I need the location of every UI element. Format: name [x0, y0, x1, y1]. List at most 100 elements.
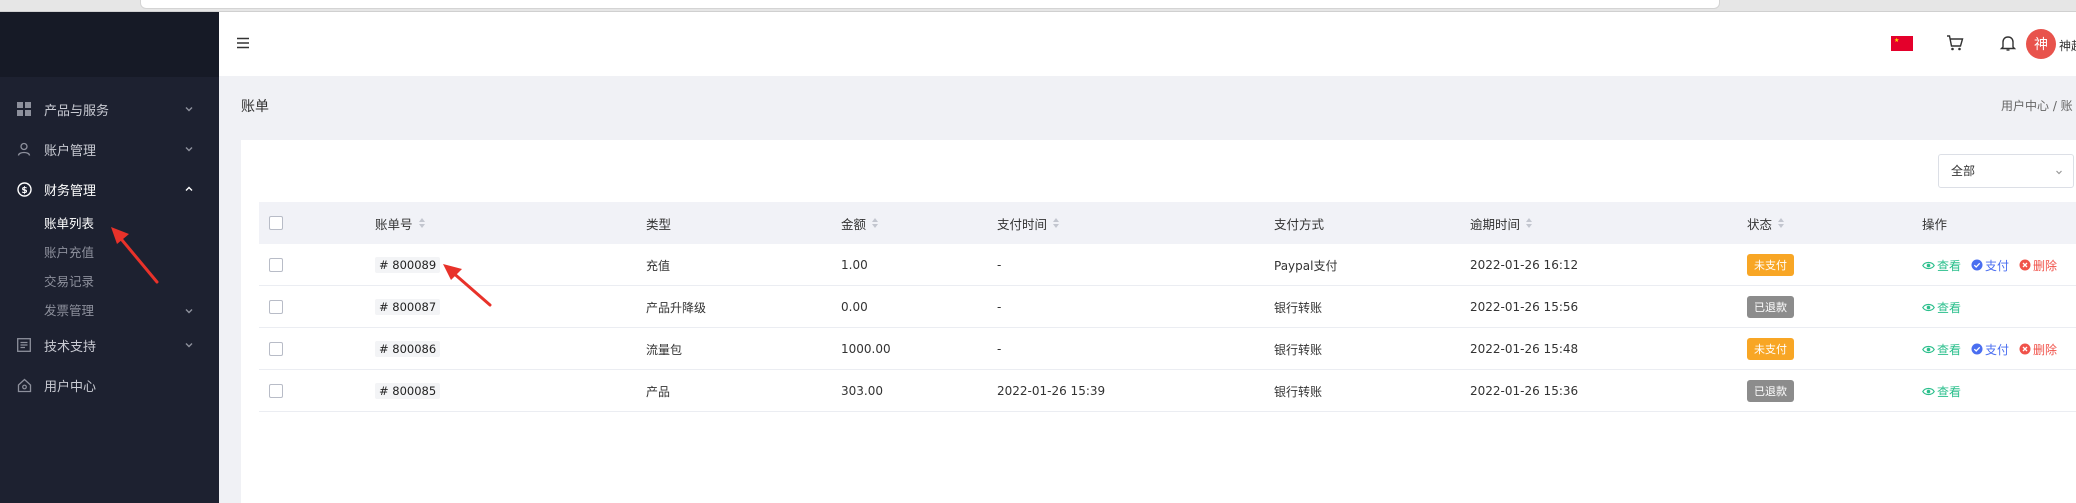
table-body: # 800089 充值 1.00 - Paypal支付 2022-01-26 1… [259, 244, 2076, 412]
view-button[interactable]: 查看 [1922, 341, 1961, 358]
eye-icon [1922, 345, 1935, 353]
status-filter-value: 全部 [1951, 164, 1976, 178]
annotation-arrow-icon [111, 227, 159, 284]
view-label: 查看 [1937, 384, 1962, 399]
document-icon [16, 337, 32, 353]
eye-icon [1922, 387, 1935, 395]
pay-button[interactable]: 支付 [1971, 341, 2009, 358]
bill-type: 流量包 [646, 342, 683, 357]
delete-label: 删除 [2033, 342, 2058, 357]
bill-amount: 303.00 [841, 384, 883, 398]
bill-pay-method: 银行转账 [1274, 300, 1323, 315]
sidebar-item-products[interactable]: 产品与服务 [0, 89, 219, 129]
bell-icon[interactable] [1999, 34, 2017, 52]
sort-icon[interactable] [1526, 218, 1533, 228]
bill-amount: 1.00 [841, 258, 868, 272]
view-button[interactable]: 查看 [1922, 299, 1961, 316]
dollar-icon: $ [16, 181, 32, 197]
table-row: # 800086 流量包 1000.00 - 银行转账 2022-01-26 1… [259, 328, 2076, 370]
column-header-bill-no[interactable]: 账单号 [375, 202, 425, 244]
sidebar-item-label: 财务管理 [44, 183, 97, 199]
pay-button[interactable]: 支付 [1971, 257, 2009, 274]
column-header-label: 金额 [841, 216, 867, 232]
menu-toggle-icon[interactable] [235, 35, 251, 51]
row-checkbox[interactable] [269, 300, 283, 314]
avatar[interactable]: 神 [2026, 29, 2056, 59]
row-checkbox[interactable] [269, 384, 283, 398]
delete-button[interactable]: 删除 [2019, 257, 2057, 274]
view-label: 查看 [1937, 300, 1962, 315]
check-circle-icon [1971, 259, 1983, 271]
select-all-checkbox[interactable] [269, 216, 283, 230]
bill-type: 产品 [646, 384, 671, 399]
column-header-due-time[interactable]: 逾期时间 [1470, 202, 1533, 244]
language-flag-icon[interactable]: ★ [1891, 36, 1913, 51]
table-row: # 800089 充值 1.00 - Paypal支付 2022-01-26 1… [259, 244, 2076, 286]
delete-label: 删除 [2033, 258, 2058, 273]
column-header-label: 支付方式 [1274, 216, 1325, 232]
status-badge: 已退款 [1747, 380, 1794, 402]
bill-amount: 1000.00 [841, 342, 891, 356]
view-button[interactable]: 查看 [1922, 383, 1961, 400]
bill-table: 账单号 类型 金额 支付时间 支付方式 逾期时间 状态 操作 # 800089 … [259, 202, 2076, 412]
bill-amount: 0.00 [841, 300, 868, 314]
page-title: 账单 [241, 99, 269, 115]
sidebar-item-support[interactable]: 技术支持 [0, 325, 219, 365]
username[interactable]: 神起 [2059, 37, 2076, 54]
chevron-down-icon [185, 343, 193, 348]
column-header-label: 状态 [1747, 216, 1773, 232]
column-header-label: 账单号 [375, 216, 413, 232]
column-header-status[interactable]: 状态 [1747, 202, 1785, 244]
pay-label: 支付 [1985, 342, 2010, 357]
user-icon [16, 141, 32, 157]
close-circle-icon [2019, 259, 2031, 271]
bill-pay-method: 银行转账 [1274, 384, 1323, 399]
row-checkbox[interactable] [269, 342, 283, 356]
column-header-label: 类型 [646, 216, 672, 232]
breadcrumb[interactable]: 用户中心 / 账 [2001, 97, 2073, 114]
sort-icon[interactable] [1778, 218, 1785, 228]
bill-pay-time: 2022-01-26 15:39 [997, 384, 1106, 398]
sidebar-item-account[interactable]: 账户管理 [0, 129, 219, 169]
bill-list-card: 全部 账单号 类型 金额 支付时间 支付方式 逾期时间 状态 操作 # 8000… [241, 140, 2076, 503]
column-header-label: 逾期时间 [1470, 216, 1521, 232]
column-header-pay-time[interactable]: 支付时间 [997, 202, 1060, 244]
grid-icon [16, 101, 32, 117]
delete-button[interactable]: 删除 [2019, 341, 2057, 358]
view-label: 查看 [1937, 342, 1962, 357]
bill-pay-time: - [997, 300, 1002, 314]
row-checkbox[interactable] [269, 258, 283, 272]
chevron-down-icon [185, 309, 193, 314]
column-header-label: 支付时间 [997, 216, 1048, 232]
browser-address-bar[interactable] [140, 0, 1720, 9]
column-header-actions: 操作 [1922, 202, 1947, 244]
bill-type: 产品升降级 [646, 300, 707, 315]
status-badge: 未支付 [1747, 338, 1794, 360]
status-badge: 未支付 [1747, 254, 1794, 276]
cart-icon[interactable] [1946, 34, 1964, 52]
table-row: # 800087 产品升降级 0.00 - 银行转账 2022-01-26 15… [259, 286, 2076, 328]
bill-number-link[interactable]: # 800089 [375, 257, 441, 273]
column-header-amount[interactable]: 金额 [841, 202, 879, 244]
bill-due-time: 2022-01-26 15:56 [1470, 300, 1579, 314]
column-header-type: 类型 [646, 202, 671, 244]
browser-chrome [0, 0, 2076, 12]
sort-icon[interactable] [872, 218, 879, 228]
sidebar-subitem-invoices[interactable]: 发票管理 [0, 296, 219, 325]
chevron-down-icon [185, 107, 193, 112]
annotation-arrow-icon [443, 264, 492, 307]
bill-number-link[interactable]: # 800087 [375, 299, 441, 315]
status-filter-select[interactable]: 全部 [1938, 154, 2074, 188]
sidebar-item-label: 用户中心 [44, 379, 97, 395]
table-header: 账单号 类型 金额 支付时间 支付方式 逾期时间 状态 操作 [259, 202, 2076, 244]
bill-number-link[interactable]: # 800086 [375, 341, 441, 357]
sidebar-item-finance[interactable]: $ 财务管理 [0, 169, 219, 209]
sort-icon[interactable] [418, 218, 425, 228]
sort-icon[interactable] [1053, 218, 1060, 228]
bill-pay-method: 银行转账 [1274, 342, 1323, 357]
sidebar-item-user-center[interactable]: 用户中心 [0, 365, 219, 405]
view-button[interactable]: 查看 [1922, 257, 1961, 274]
home-icon [16, 377, 32, 393]
table-row: # 800085 产品 303.00 2022-01-26 15:39 银行转账… [259, 370, 2076, 412]
bill-number-link[interactable]: # 800085 [375, 383, 441, 399]
